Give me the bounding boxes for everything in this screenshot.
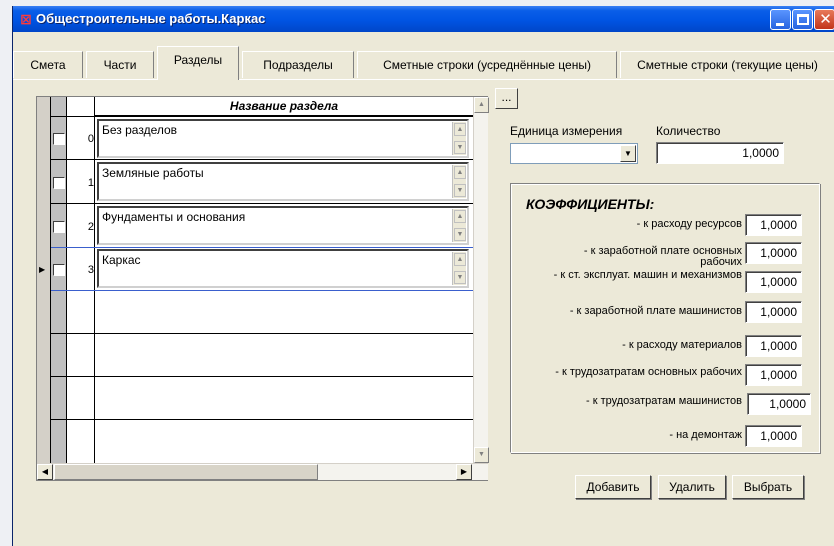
row-checkbox[interactable]: [53, 177, 65, 189]
row-divider: [51, 247, 473, 248]
coef-field-machines[interactable]: 1,0000: [745, 271, 802, 293]
row-divider: [51, 116, 473, 117]
coef-field-materials[interactable]: 1,0000: [745, 335, 802, 357]
coef-label-operator-labor: - к трудозатратам машинистов: [585, 395, 742, 407]
scroll-down-icon[interactable]: ▼: [454, 228, 466, 241]
row-divider: [51, 376, 473, 377]
app-icon[interactable]: ⊠: [18, 11, 34, 27]
grid-horizontal-scrollbar[interactable]: ◀ ▶: [37, 463, 488, 480]
row-checkbox[interactable]: [53, 221, 65, 233]
scroll-left-icon[interactable]: ◀: [37, 464, 53, 480]
section-name-cell[interactable]: Без разделов ▲ ▼: [97, 119, 469, 158]
number-column: [67, 97, 95, 463]
row-number: 2: [87, 221, 94, 233]
tab-razdely[interactable]: Разделы: [157, 46, 239, 80]
row-divider: [51, 290, 473, 291]
main-window: ⊠ Общестроительные работы.Каркас ✕ Смета…: [12, 6, 834, 546]
scroll-up-icon[interactable]: ▲: [454, 253, 466, 266]
quantity-field[interactable]: 1,0000: [656, 142, 784, 164]
minimize-icon: [776, 23, 784, 26]
cell-scrollbar[interactable]: ▲ ▼: [452, 122, 466, 155]
scroll-up-icon[interactable]: ▲: [474, 97, 489, 113]
tab-average-price-lines[interactable]: Сметные строки (усреднённые цены): [357, 51, 617, 78]
close-icon: ✕: [819, 11, 832, 28]
delete-button[interactable]: Удалить: [658, 475, 726, 499]
tab-smeta[interactable]: Смета: [13, 51, 83, 78]
coef-field-operator-wages[interactable]: 1,0000: [745, 301, 802, 323]
tab-strip: Смета Части Разделы Подразделы Сметные с…: [13, 46, 834, 80]
row-number: 1: [87, 177, 94, 189]
ellipsis-button[interactable]: ...: [495, 88, 518, 109]
coef-field-main-labor[interactable]: 1,0000: [745, 364, 802, 386]
section-name-cell[interactable]: Земляные работы ▲ ▼: [97, 162, 469, 201]
scroll-down-icon[interactable]: ▼: [454, 141, 466, 154]
scroll-down-icon[interactable]: ▼: [454, 271, 466, 284]
column-header-section-name[interactable]: Название раздела: [95, 97, 473, 116]
row-number: 0: [87, 133, 94, 145]
add-button[interactable]: Добавить: [575, 475, 651, 499]
cell-scrollbar[interactable]: ▲ ▼: [452, 165, 466, 198]
cell-scrollbar[interactable]: ▲ ▼: [452, 209, 466, 242]
coef-label-operator-wages: - к заработной плате машинистов: [569, 305, 742, 317]
sections-grid[interactable]: Название раздела 0 Без разделов ▲ ▼ 1 Зем…: [36, 96, 489, 481]
minimize-button[interactable]: [770, 9, 791, 30]
row-checkbox[interactable]: [53, 264, 65, 276]
section-name-text: Земляные работы: [102, 166, 204, 180]
coef-field-main-wages[interactable]: 1,0000: [745, 242, 802, 264]
row-divider: [51, 419, 473, 420]
tab-chasti[interactable]: Части: [86, 51, 154, 78]
maximize-icon: [797, 14, 809, 25]
checkbox-column: [51, 97, 67, 463]
tab-current-price-lines[interactable]: Сметные строки (текущие цены): [620, 51, 834, 78]
section-name-cell[interactable]: Фундаменты и основания ▲ ▼: [97, 206, 469, 245]
coef-label-machines: - к ст. эксплуат. машин и механизмов: [553, 269, 742, 281]
scroll-up-icon[interactable]: ▲: [454, 123, 466, 136]
coef-label-materials: - к расходу материалов: [622, 339, 742, 351]
row-divider: [51, 159, 473, 160]
quantity-label: Количество: [656, 124, 721, 138]
tab-podrazdely[interactable]: Подразделы: [242, 51, 354, 78]
section-name-cell[interactable]: Каркас ▲ ▼: [97, 249, 469, 288]
coef-field-operator-labor[interactable]: 1,0000: [747, 393, 811, 415]
close-button[interactable]: ✕: [814, 9, 834, 30]
coef-field-dismantling[interactable]: 1,0000: [745, 425, 802, 447]
scroll-down-icon[interactable]: ▼: [454, 184, 466, 197]
window-title: Общестроительные работы.Каркас: [36, 11, 266, 26]
title-bar[interactable]: ⊠ Общестроительные работы.Каркас ✕: [13, 6, 834, 32]
coef-label-dismantling: - на демонтаж: [669, 429, 742, 441]
row-number: 3: [87, 264, 94, 276]
cell-scrollbar[interactable]: ▲ ▼: [452, 252, 466, 285]
scroll-up-icon[interactable]: ▲: [454, 166, 466, 179]
section-name-text: Без разделов: [102, 123, 178, 137]
coefficients-panel: КОЭФФИЦИЕНТЫ: - к расходу ресурсов 1,000…: [510, 183, 820, 453]
section-name-text: Фундаменты и основания: [102, 210, 246, 224]
coef-label-resources: - к расходу ресурсов: [636, 218, 742, 230]
scroll-up-icon[interactable]: ▲: [454, 210, 466, 223]
scroll-thumb[interactable]: [54, 464, 318, 480]
tab-divider: [13, 79, 834, 80]
unit-select[interactable]: ▼: [510, 143, 638, 164]
chevron-down-icon[interactable]: ▼: [620, 145, 636, 162]
coef-label-main-wages: - к заработной плате основных рабочих: [583, 245, 742, 268]
current-row-pointer-icon: ▶: [39, 265, 46, 274]
row-indicator-column: [37, 97, 51, 463]
unit-label: Единица измерения: [510, 124, 623, 138]
row-checkbox[interactable]: [53, 133, 65, 145]
select-button[interactable]: Выбрать: [732, 475, 804, 499]
maximize-button[interactable]: [792, 9, 813, 30]
grid-vertical-scrollbar[interactable]: ▲ ▼: [473, 97, 489, 463]
coef-label-main-labor: - к трудозатратам основных рабочих: [555, 366, 742, 378]
coefficients-title: КОЭФФИЦИЕНТЫ:: [526, 196, 655, 212]
row-divider: [51, 333, 473, 334]
scroll-down-icon[interactable]: ▼: [474, 447, 489, 463]
scroll-right-icon[interactable]: ▶: [456, 464, 472, 480]
row-divider: [51, 203, 473, 204]
section-name-text: Каркас: [102, 253, 141, 267]
coef-field-resources[interactable]: 1,0000: [745, 214, 802, 236]
